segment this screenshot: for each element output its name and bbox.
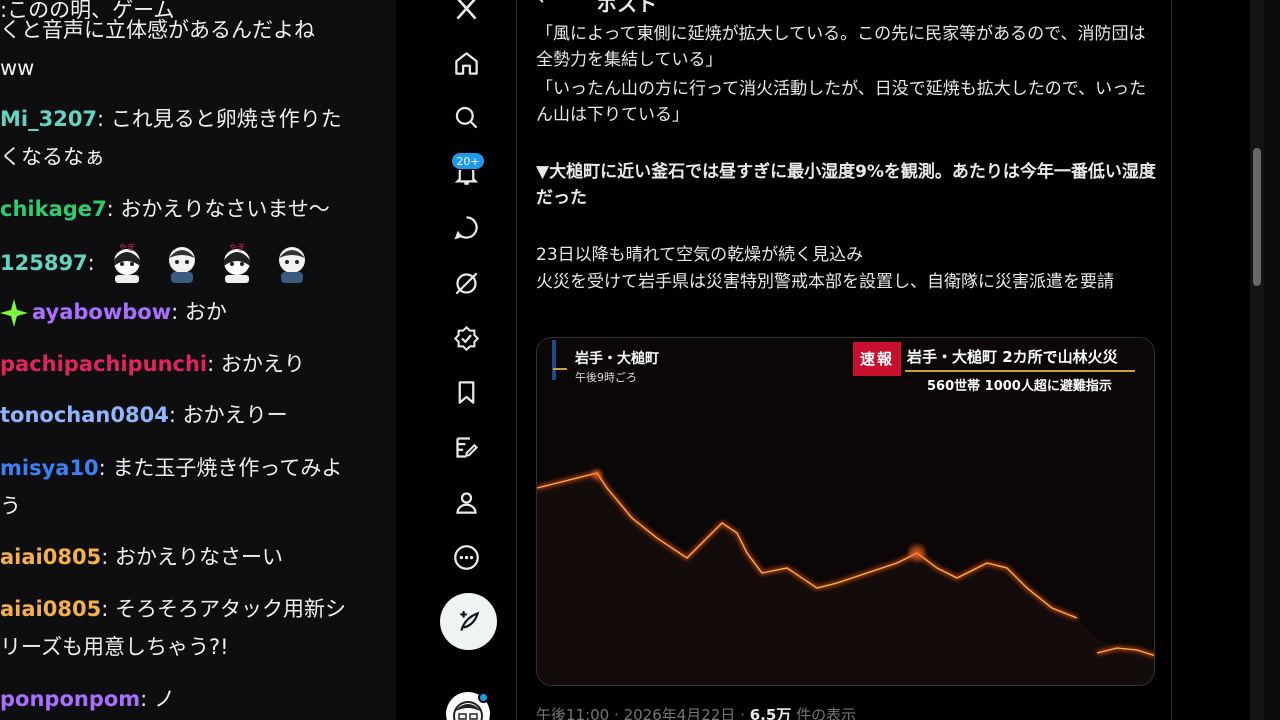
nav-home[interactable] xyxy=(448,45,484,81)
page-title: ポスト xyxy=(597,0,657,16)
back-arrow-icon[interactable]: ← xyxy=(537,0,555,11)
headline-underline xyxy=(905,370,1135,372)
compose-post-button[interactable] xyxy=(440,593,497,650)
more-icon xyxy=(453,544,479,570)
view-count: 6.5万 xyxy=(749,706,792,720)
chat-message: aiai0805: そろそろアタック用新シ xyxy=(0,597,346,621)
chat-message-continuation: くと音声に立体感があるんだよね xyxy=(0,12,392,49)
bookmark-icon xyxy=(458,380,474,404)
post-metadata: 午後11:00 · 2026年4月22日 · 6.5万 件の表示 xyxy=(536,704,856,720)
post-paragraph: 「いったん山の方に行って消火活動したが、日没で延焼も拡大したので、いったん山は下… xyxy=(536,79,1147,125)
unread-dot xyxy=(478,692,489,703)
chat-text: おかえりなさいませ〜 xyxy=(120,197,330,221)
chat-message: aiai0805: おかえりなさーい xyxy=(0,545,283,569)
nav-profile[interactable] xyxy=(448,484,484,520)
chat-text: おかえりー xyxy=(182,403,288,427)
view-count-suffix: 件の表示 xyxy=(796,706,857,720)
chat-message: misya10: また玉子焼き作ってみよ xyxy=(0,456,343,480)
location-caption-underline xyxy=(553,368,567,370)
nav-premium[interactable] xyxy=(448,320,484,356)
chat-message: chikage7: おかえりなさいませ〜 xyxy=(0,197,330,221)
chat-username[interactable]: tonochan0804 xyxy=(0,403,169,427)
chat-username[interactable]: pachipachipunchi xyxy=(0,352,207,376)
blue-guy-emote xyxy=(278,247,305,283)
chat-text: ノ xyxy=(153,687,175,711)
post-time[interactable]: 午後11:00 xyxy=(536,706,609,720)
post-paragraph: 23日以降も晴れて空気の乾燥が続く見込み xyxy=(536,245,864,265)
window-edge xyxy=(1264,0,1280,720)
blue-guy-emote xyxy=(169,247,196,283)
chat-message: tonochan0804: おかえりー xyxy=(0,403,288,427)
nav-messages[interactable] xyxy=(448,209,484,245)
chat-text: そろそろアタック用新シ xyxy=(114,597,346,621)
post-paragraph: ▼大槌町に近い釜石では昼すぎに最小湿度9%を観測。あたりは今年一番低い湿度だった xyxy=(536,162,1156,208)
post-date[interactable]: 2026年4月22日 xyxy=(624,706,736,720)
chat-text: おかえり xyxy=(220,352,305,376)
search-icon xyxy=(455,106,477,128)
vertical-scrollbar[interactable] xyxy=(1250,0,1264,720)
svg-text:やぎ: やぎ xyxy=(119,242,135,252)
post-paragraph: 「風によって東側に延焼が拡大している。この先に民家等があるので、消防団は全勢力を… xyxy=(536,24,1146,70)
dancer-emote: やぎ xyxy=(114,242,141,283)
media-time: 午後9時ごろ xyxy=(575,371,637,384)
chat-username[interactable]: aiai0805 xyxy=(0,545,101,569)
chat-text: ww xyxy=(0,56,35,80)
dancer-emote: やぎ xyxy=(223,242,250,283)
chat-text: おか xyxy=(184,300,227,324)
x-logo-link[interactable] xyxy=(448,0,484,26)
sparkle-badge-icon xyxy=(0,299,28,327)
chat-message-continuation: ww xyxy=(0,50,392,87)
chat-text: くと音声に立体感があるんだよね xyxy=(0,18,315,42)
chat-text: リーズも用意しちゃう?! xyxy=(0,635,229,659)
chat-username[interactable]: ayabowbow xyxy=(32,300,171,324)
breaking-news-label: 速報 xyxy=(853,342,901,376)
verified-icon xyxy=(453,325,479,351)
home-icon xyxy=(454,51,478,75)
chat-text: おかえりなさーい xyxy=(114,545,283,569)
chat-message: Mi_3207: これ見ると卵焼き作りた xyxy=(0,107,342,131)
scrollbar-thumb[interactable] xyxy=(1253,148,1261,286)
nav-grok[interactable] xyxy=(448,265,484,301)
chat-username[interactable]: aiai0805 xyxy=(0,597,101,621)
chat-text: これ見ると卵焼き作りた xyxy=(110,107,342,131)
nav-bookmarks[interactable] xyxy=(448,374,484,410)
chat-username[interactable]: ponponpom xyxy=(0,687,140,711)
chat-username[interactable]: Mi_3207 xyxy=(0,107,97,131)
profile-icon xyxy=(455,491,477,514)
post-media-image[interactable]: 岩手・大槌町 午後9時ごろ 速報 岩手・大槌町 2カ所で山林火災 560世帯 1… xyxy=(536,337,1155,686)
location-caption-bar xyxy=(552,340,556,380)
media-subheadline: 560世帯 1000人超に避難指示 xyxy=(927,379,1112,394)
chat-message-continuation: う xyxy=(0,488,392,525)
x-logo-icon xyxy=(455,0,477,20)
post-detail-column: ← ポスト 「風によって東側に延焼が拡大している。この先に民家等があるので、消防… xyxy=(516,0,1172,720)
nav-articles[interactable] xyxy=(448,429,484,465)
chat-message-continuation: リーズも用意しちゃう?! xyxy=(0,629,392,666)
nav-more[interactable] xyxy=(448,539,484,575)
chat-message: ponponpom: ノ xyxy=(0,687,175,711)
chat-message: pachipachipunchi: おかえり xyxy=(0,352,305,376)
post-paragraph: 火災を受けて岩手県は災害特別警戒本部を設置し、自衛隊に災害派遣を要請 xyxy=(536,272,1114,292)
media-location: 岩手・大槌町 xyxy=(575,351,659,367)
notification-count-badge: 20+ xyxy=(451,152,485,170)
chat-username[interactable]: misya10 xyxy=(0,456,99,480)
edit-icon xyxy=(455,436,478,458)
grok-icon xyxy=(455,272,477,294)
chat-message: ayabowbow: おか xyxy=(0,294,392,331)
chat-text: また玉子焼き作ってみよ xyxy=(112,456,343,480)
messages-icon xyxy=(453,215,478,239)
chat-message: 125897: やぎ やぎ xyxy=(0,242,392,286)
chat-text: う xyxy=(0,494,21,518)
svg-text:やぎ: やぎ xyxy=(229,242,245,252)
chat-username[interactable]: chikage7 xyxy=(0,197,107,221)
stream-chat-panel: :このの明、ゲーム くと音声に立体感があるんだよね ww Mi_3207: これ… xyxy=(0,0,396,720)
feather-plus-icon xyxy=(459,610,479,631)
nav-explore[interactable] xyxy=(448,99,484,135)
media-headline: 岩手・大槌町 2カ所で山林火災 xyxy=(907,348,1118,366)
chat-username[interactable]: 125897 xyxy=(0,251,88,275)
chat-message-continuation: くなるなぁ xyxy=(0,139,392,176)
chat-text: くなるなぁ xyxy=(0,145,105,169)
